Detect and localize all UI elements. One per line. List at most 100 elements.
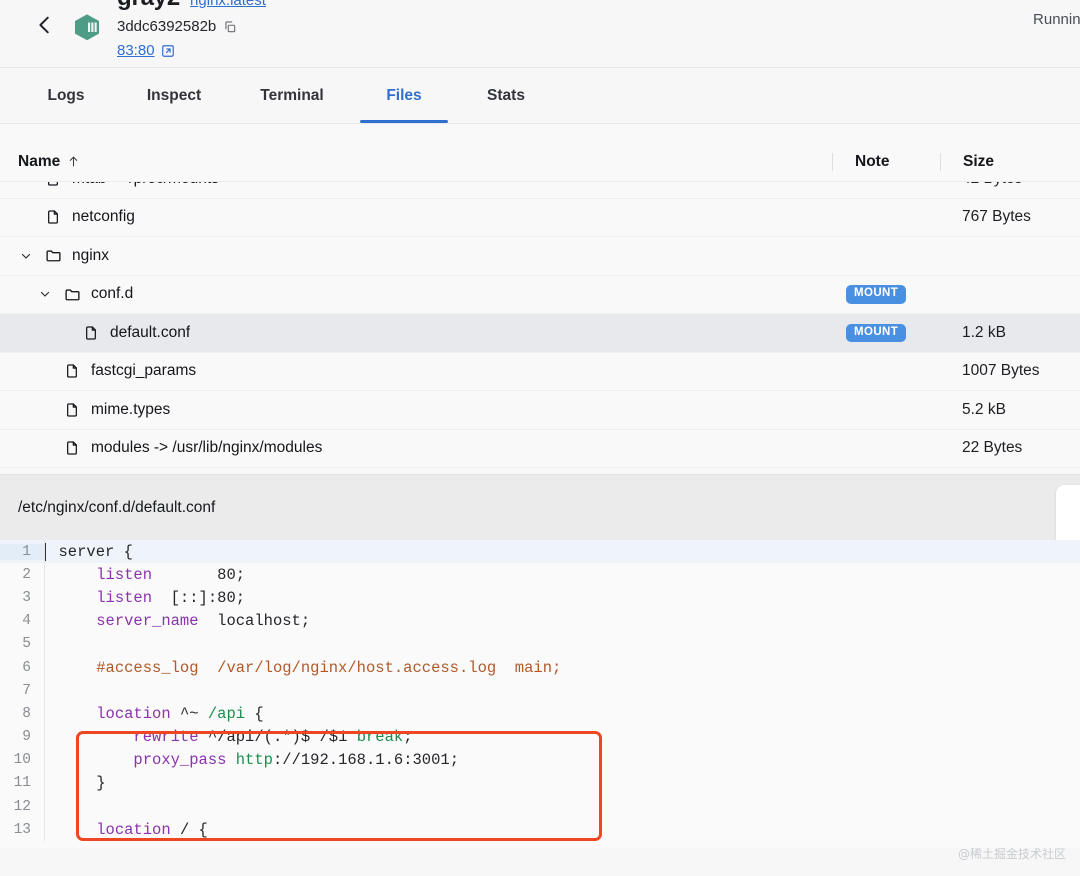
code-token: / {: [170, 820, 208, 839]
column-header-name[interactable]: Name: [18, 153, 832, 171]
code-line-text: proxy_pass http://192.168.1.6:3001;: [45, 751, 1080, 769]
code-token: 80;: [152, 565, 246, 584]
file-name-cell: mime.types: [0, 401, 832, 419]
file-size-cell: 1007 Bytes: [962, 362, 1040, 380]
file-rows-viewport[interactable]: mtab -> /proc/mounts 42 Bytes netconfig 767…: [0, 182, 1080, 474]
code-token: ://192.168.1.6:3001;: [272, 751, 459, 770]
gutter-divider: [44, 679, 45, 703]
code-token: rewrite: [133, 728, 199, 747]
code-line: 5: [0, 632, 1080, 656]
code-line-text: server_name localhost;: [45, 612, 1080, 630]
file-note-cell: MOUNT: [832, 285, 940, 304]
file-icon: [62, 401, 82, 419]
code-token: ;: [403, 728, 413, 747]
code-line-text: }: [45, 774, 1080, 792]
files-panel: Name Note Size mtab -> /proc/mounts 42 By…: [0, 124, 1080, 474]
port-mapping-link[interactable]: 83:80: [117, 43, 155, 58]
table-row[interactable]: nginx: [0, 237, 1080, 276]
container-id-text: 3ddc6392582b: [117, 18, 217, 35]
table-row[interactable]: mime.types 5.2 kB: [0, 391, 1080, 430]
port-row: 83:80: [117, 43, 1058, 58]
column-header-note[interactable]: Note: [832, 152, 940, 171]
code-viewer[interactable]: 1 server {2 listen 80; 3 listen [::]:80; 4 …: [0, 540, 1080, 848]
chevron-down-icon[interactable]: [37, 288, 53, 300]
code-token: listen: [96, 588, 153, 607]
code-token: #access_log /var/log/nginx/host.access.l…: [96, 658, 562, 677]
file-rows-list: mtab -> /proc/mounts 42 Bytes netconfig 767…: [0, 182, 1080, 468]
line-number: 4: [22, 613, 31, 630]
code-token: [::]:80;: [152, 588, 246, 607]
status-label: STATUS: [1033, 0, 1080, 3]
file-size-cell: 1.2 kB: [962, 323, 1006, 341]
chevron-down-icon[interactable]: [18, 250, 34, 262]
back-button[interactable]: [32, 12, 58, 38]
code-token: localhost;: [198, 612, 311, 631]
code-token: }: [59, 774, 106, 793]
arrow-up-icon: [67, 154, 80, 169]
tab-logs[interactable]: Logs: [22, 68, 110, 123]
code-line-text: listen [::]:80;: [45, 589, 1080, 607]
code-line: 9 rewrite ^/api/(.*)$ /$1 break;: [0, 725, 1080, 749]
code-line: 10 proxy_pass http://192.168.1.6:3001;: [0, 748, 1080, 772]
status-block: STATUS Running: [1033, 0, 1080, 28]
container-id-row: 3ddc6392582b: [117, 19, 1058, 34]
line-number: 9: [22, 729, 31, 746]
line-number: 3: [22, 589, 31, 606]
table-row[interactable]: modules -> /usr/lib/nginx/modules 22 Byte…: [0, 429, 1080, 468]
column-header-name-label: Name: [18, 152, 61, 170]
table-row[interactable]: conf.d MOUNT: [0, 275, 1080, 314]
container-cube-icon: [70, 10, 104, 44]
code-line: 13 location / {: [0, 818, 1080, 842]
files-table-header: Name Note Size: [0, 142, 1080, 182]
line-number: 11: [13, 775, 31, 792]
tab-bar: Logs Inspect Terminal Files Stats: [0, 68, 1080, 124]
file-size-cell: 5.2 kB: [962, 400, 1006, 418]
column-header-size[interactable]: Size: [940, 152, 1080, 171]
file-name-cell: conf.d: [0, 285, 832, 303]
tab-terminal[interactable]: Terminal: [238, 68, 346, 123]
code-token: location: [96, 704, 171, 723]
file-name-label: conf.d: [91, 285, 134, 303]
tab-stats[interactable]: Stats: [462, 68, 550, 123]
floating-action-card[interactable]: [1056, 485, 1080, 547]
file-name-cell: default.conf: [0, 324, 832, 342]
container-info: gray2 nginx:latest 3ddc6392582b 83:80: [117, 0, 1058, 58]
file-icon: [62, 362, 82, 380]
table-row[interactable]: default.conf MOUNT 1.2 kB: [0, 314, 1080, 353]
file-name-cell: fastcgi_params: [0, 362, 832, 380]
image-tag-link[interactable]: nginx:latest: [190, 0, 266, 8]
tab-files[interactable]: Files: [358, 68, 450, 123]
code-token: break: [356, 728, 404, 747]
file-size-cell: 42 Bytes: [940, 182, 1080, 188]
table-row[interactable]: netconfig 767 Bytes: [0, 198, 1080, 237]
code-line: 7: [0, 679, 1080, 703]
line-number: 7: [22, 682, 31, 699]
file-note-cell: MOUNT: [832, 323, 940, 342]
code-line: 4 server_name localhost;: [0, 609, 1080, 633]
file-path-bar: /etc/nginx/conf.d/default.conf: [0, 474, 1080, 547]
title-row: gray2 nginx:latest: [117, 0, 1058, 12]
code-line: 12: [0, 795, 1080, 819]
code-token: {: [245, 704, 264, 723]
external-link-icon[interactable]: [161, 44, 175, 58]
mount-badge: MOUNT: [846, 323, 907, 342]
file-name-label: default.conf: [110, 323, 191, 341]
code-token: server_name: [96, 612, 199, 631]
code-token: proxy_pass: [133, 751, 227, 770]
table-row[interactable]: mtab -> /proc/mounts 42 Bytes: [0, 182, 1080, 199]
line-number: 8: [22, 705, 31, 722]
folder-icon: [43, 247, 63, 264]
file-icon: [62, 439, 82, 457]
table-row[interactable]: fastcgi_params 1007 Bytes: [0, 352, 1080, 391]
watermark: @稀土掘金技术社区: [957, 847, 1066, 861]
copy-icon[interactable]: [223, 20, 237, 34]
code-token: location: [96, 820, 171, 839]
tab-inspect[interactable]: Inspect: [122, 68, 226, 123]
file-name-cell: netconfig: [0, 208, 832, 226]
code-line: 1 server {: [0, 540, 1080, 564]
file-name-label: mime.types: [91, 400, 171, 418]
file-name-label: nginx: [72, 246, 110, 264]
code-token: http: [235, 751, 273, 770]
